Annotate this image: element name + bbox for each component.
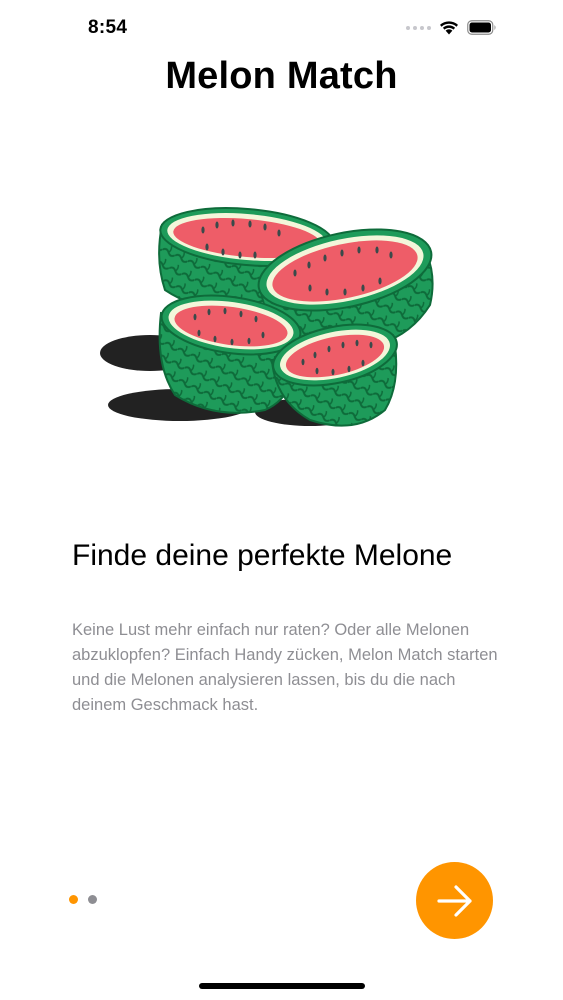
battery-icon: [467, 20, 496, 35]
status-time: 8:54: [88, 17, 128, 38]
page-dot-2[interactable]: [88, 895, 97, 904]
watermelon-illustration: [100, 207, 434, 427]
status-icons: [406, 20, 497, 35]
home-indicator[interactable]: [199, 983, 365, 989]
status-bar: 8:54: [0, 0, 563, 56]
arrow-right-icon: [436, 884, 472, 917]
onboarding-headline: Finde deine perfekte Melone: [72, 539, 453, 572]
page-dot-1-active[interactable]: [69, 895, 78, 904]
wifi-icon: [440, 21, 458, 35]
signal-icon: [406, 25, 431, 30]
page-indicator[interactable]: [69, 895, 97, 904]
app-title: Melon Match: [165, 55, 398, 97]
onboarding-description: Keine Lust mehr einfach nur raten? Oder …: [72, 621, 498, 714]
next-button[interactable]: [416, 862, 493, 939]
